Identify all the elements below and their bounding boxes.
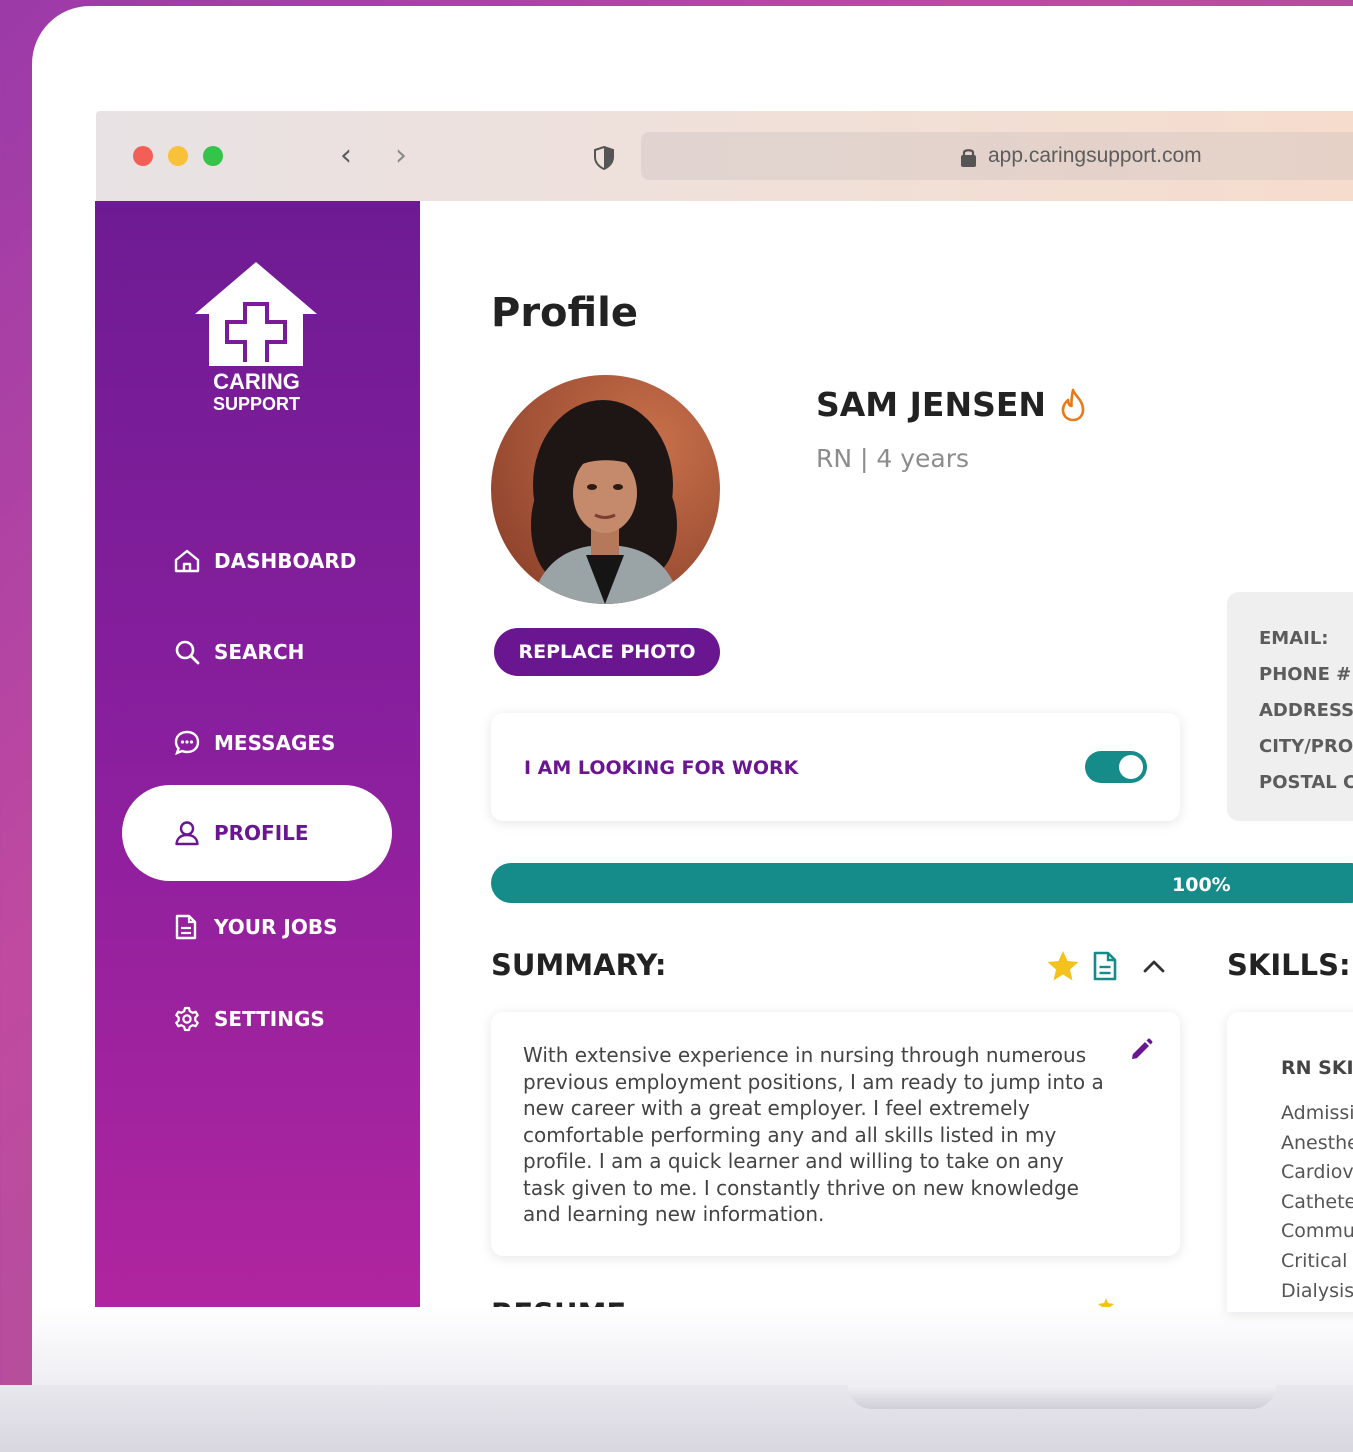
summary-text: With extensive experience in nursing thr… <box>523 1043 1104 1226</box>
sidebar-item-messages[interactable]: MESSAGES <box>122 713 392 773</box>
chat-icon <box>174 730 204 756</box>
laptop-chin <box>32 1306 1353 1386</box>
profile-completion-label: 100% <box>1172 874 1231 896</box>
profile-name: SAM JENSEN <box>816 385 1047 424</box>
phone-label: PHONE #: <box>1259 664 1353 685</box>
sidebar-item-search[interactable]: SEARCH <box>122 622 392 682</box>
sidebar-item-label: PROFILE <box>214 821 309 845</box>
contact-info-card: EMAIL: PHONE #: ADDRESS: CITY/PRO POSTAL… <box>1227 592 1353 821</box>
search-icon <box>174 639 204 665</box>
document-icon[interactable] <box>1092 951 1118 981</box>
city-province-label: CITY/PRO <box>1259 736 1353 757</box>
looking-for-work-label: I AM LOOKING FOR WORK <box>524 757 799 779</box>
close-window-button[interactable] <box>133 146 153 166</box>
summary-actions <box>1046 950 1166 982</box>
sidebar-item-settings[interactable]: SETTINGS <box>122 989 392 1049</box>
skill-item: Critical <box>1281 1250 1348 1272</box>
page-title: Profile <box>491 290 639 336</box>
caring-support-logo-icon[interactable] <box>195 262 317 366</box>
sidebar-item-label: SEARCH <box>214 640 305 664</box>
sidebar-item-dashboard[interactable]: DASHBOARD <box>122 531 392 591</box>
summary-title: SUMMARY: <box>491 948 667 982</box>
minimize-window-button[interactable] <box>168 146 188 166</box>
toggle-knob <box>1119 755 1143 779</box>
sidebar-item-label: YOUR JOBS <box>214 915 338 939</box>
user-icon <box>174 820 204 846</box>
skills-card: RN SKI Admissi Anesthe Cardiov Cathete C… <box>1227 1012 1353 1312</box>
gear-icon <box>174 1006 204 1032</box>
skill-item: Admissi <box>1281 1102 1353 1124</box>
document-icon <box>174 914 204 940</box>
sidebar-item-label: SETTINGS <box>214 1007 325 1031</box>
skill-item: Cathete <box>1281 1191 1353 1213</box>
looking-for-work-toggle[interactable] <box>1085 751 1147 783</box>
email-label: EMAIL: <box>1259 628 1329 649</box>
looking-for-work-card: I AM LOOKING FOR WORK <box>491 713 1180 821</box>
brand-name-line1: CARING <box>213 369 300 394</box>
address-label: ADDRESS: <box>1259 700 1353 721</box>
skill-item: Commu <box>1281 1220 1353 1242</box>
star-icon[interactable] <box>1098 1298 1114 1307</box>
brand-name-line2: SUPPORT <box>212 394 300 414</box>
skill-item: Anesthe <box>1281 1132 1353 1154</box>
sidebar-item-profile[interactable]: PROFILE <box>122 785 392 881</box>
laptop-notch <box>848 1385 1276 1409</box>
forward-button[interactable]: › <box>395 138 407 173</box>
sidebar-item-label: MESSAGES <box>214 731 336 755</box>
skills-category-heading: RN SKI <box>1281 1057 1353 1079</box>
lock-icon <box>961 149 976 167</box>
pencil-icon[interactable] <box>1129 1038 1153 1062</box>
maximize-window-button[interactable] <box>203 146 223 166</box>
profile-name-row: SAM JENSEN <box>816 385 1088 424</box>
star-icon[interactable] <box>1046 950 1080 982</box>
chevron-up-icon[interactable] <box>1142 958 1166 974</box>
back-button[interactable]: ‹ <box>340 138 352 173</box>
shield-icon[interactable] <box>593 146 615 170</box>
url-text: app.caringsupport.com <box>988 144 1202 167</box>
sidebar-item-label: DASHBOARD <box>214 549 357 573</box>
resume-title-clipped: RESUME <box>491 1296 691 1307</box>
home-icon <box>174 549 204 573</box>
skills-title: SKILLS: <box>1227 948 1351 982</box>
flame-icon <box>1061 388 1085 421</box>
resume-title: RESUME <box>491 1297 691 1307</box>
postal-code-label: POSTAL C <box>1259 772 1353 793</box>
profile-subtitle: RN | 4 years <box>816 444 970 473</box>
skill-item: Cardiov <box>1281 1161 1353 1183</box>
skill-item: Dialysis <box>1281 1280 1353 1302</box>
sidebar-item-your-jobs[interactable]: YOUR JOBS <box>122 897 392 957</box>
replace-photo-button[interactable]: REPLACE PHOTO <box>494 628 720 676</box>
profile-photo <box>491 375 720 604</box>
summary-card: With extensive experience in nursing thr… <box>491 1012 1180 1256</box>
